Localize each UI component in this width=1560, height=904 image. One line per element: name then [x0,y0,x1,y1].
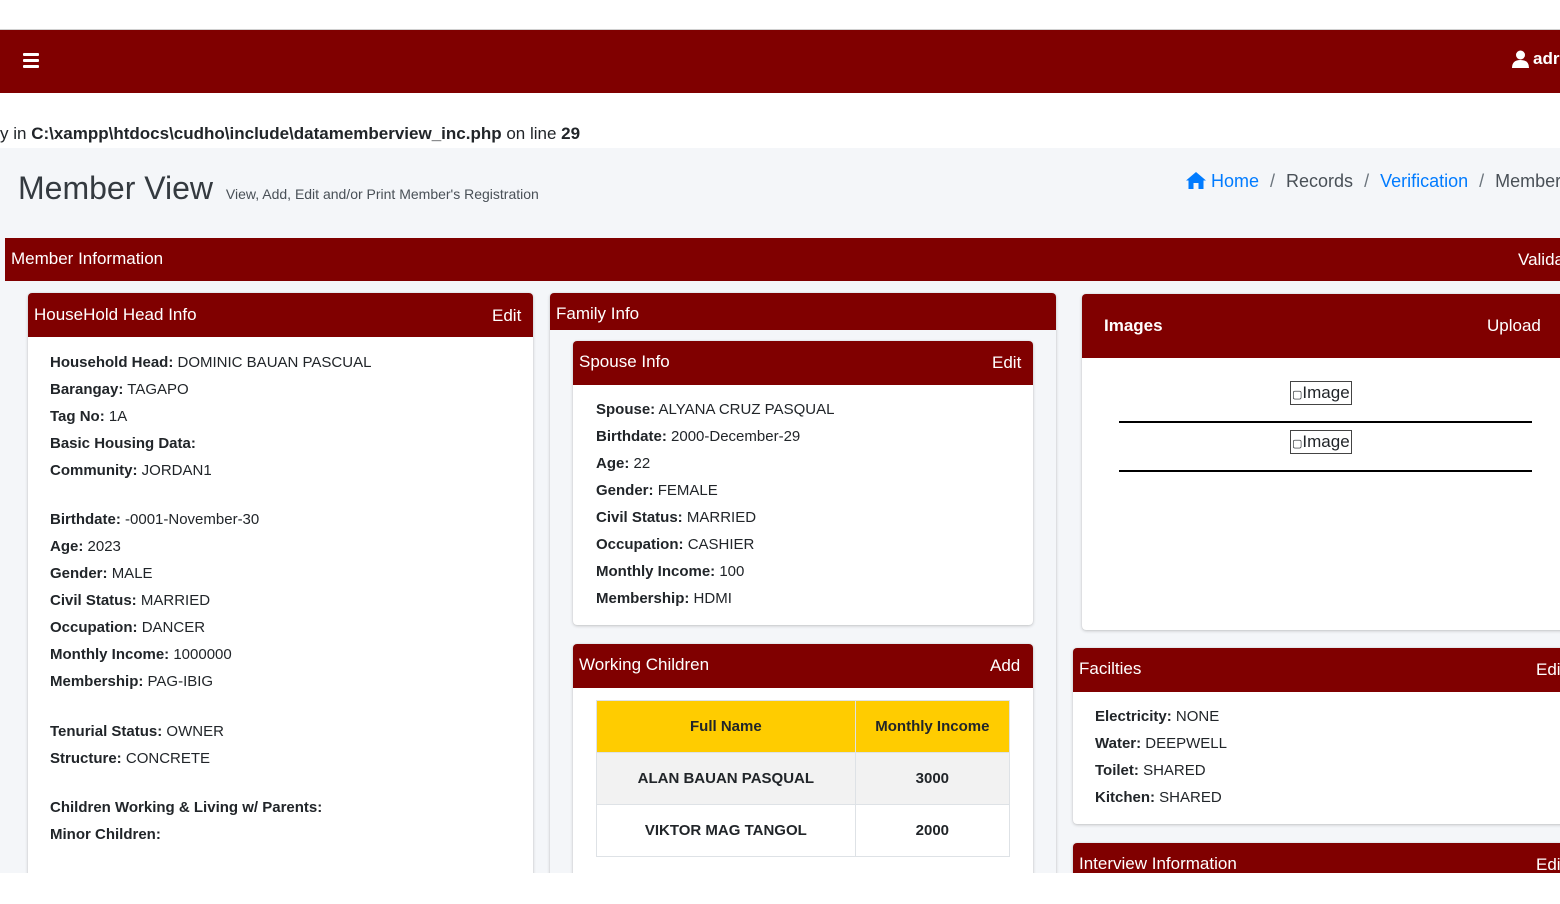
gender-row: Gender: MALE [50,565,153,582]
warning-path: C:\xampp\htdocs\cudho\include\datamember… [31,124,502,143]
family-info-card: Family Info Spouse Info Edit Spouse: ALY… [550,293,1056,873]
water-row: Water: DEEPWELL [1095,735,1227,752]
community-row: Community: JORDAN1 [50,462,212,479]
spouse-info-title: Spouse Info [579,352,670,371]
spouse-gender-row: Gender: FEMALE [596,482,718,499]
spouse-edit-button[interactable]: Edit [992,353,1021,373]
user-icon [1512,50,1529,68]
facilities-card: Facilties Edi Electricity: NONE Water: D… [1073,648,1560,824]
interview-information-title: Interview Information [1079,854,1237,873]
content-wrapper: Member View View, Add, Edit and/or Print… [0,148,1560,873]
membership-row: Membership: PAG-IBIG [50,673,214,690]
interview-information-card: Interview Information Edi [1073,843,1560,873]
facilities-edit-button[interactable]: Edi [1536,660,1560,680]
spouse-birthdate-row: Birthdate: 2000-December-29 [596,428,801,445]
upload-button[interactable]: Upload [1487,316,1541,336]
working-children-header: Working Children Add [573,644,1033,688]
spouse-info-header: Spouse Info Edit [573,341,1033,385]
breadcrumb-separator: / [1479,171,1485,191]
household-head-card: HouseHold Head Info Edit Household Head:… [28,293,533,873]
household-head-row: Household Head: DOMINIC BAUAN PASCUAL [50,354,372,371]
browser-top-strip [0,0,1560,30]
user-menu[interactable]: adr [1512,49,1559,69]
images-header: Images Upload [1082,294,1560,358]
electricity-row: Electricity: NONE [1095,708,1220,725]
facilities-header: Facilties Edi [1073,648,1560,692]
image-divider [1119,470,1532,472]
monthly-income-row: Monthly Income: 1000000 [50,646,232,663]
birthdate-row: Birthdate: -0001-November-30 [50,511,260,528]
structure-row: Structure: CONCRETE [50,750,211,767]
occupation-row: Occupation: DANCER [50,619,206,636]
age-row: Age: 2023 [50,538,121,555]
cell-monthly-income: 3000 [854,752,1011,805]
page-subtitle: View, Add, Edit and/or Print Member's Re… [225,186,539,202]
basic-housing-row: Basic Housing Data: [50,435,196,452]
household-head-title: HouseHold Head Info [34,305,197,324]
spouse-occupation-row: Occupation: CASHIER [596,536,755,553]
php-warning-text: y in C:\xampp\htdocs\cudho\include\datam… [0,124,580,144]
add-working-child-button[interactable]: Add [990,656,1020,676]
working-children-table: Full Name Monthly Income ALAN BAUAN PASQ… [596,700,1011,857]
page-title: Member View View, Add, Edit and/or Print… [18,170,539,207]
image-divider [1119,421,1532,423]
breadcrumb-home-label: Home [1211,171,1260,191]
household-head-header: HouseHold Head Info Edit [28,293,533,337]
table-row: VIKTOR MAG TANGOL 2000 [596,804,1011,857]
breadcrumb-current: Member V [1495,171,1560,191]
warning-middle: on line [501,124,562,143]
kitchen-row: Kitchen: SHARED [1095,789,1222,806]
interview-edit-button[interactable]: Edi [1536,855,1560,873]
spouse-civil-status-row: Civil Status: MARRIED [596,509,757,526]
civil-status-row: Civil Status: MARRIED [50,592,211,609]
validate-button[interactable]: Valida [1518,250,1560,270]
household-edit-button[interactable]: Edit [492,306,521,326]
column-header-monthly-income: Monthly Income [854,700,1011,753]
breadcrumb-records: Records [1286,171,1354,191]
warning-line: 29 [561,124,581,143]
spouse-membership-row: Membership: HDMI [596,590,732,607]
column-header-full-name: Full Name [596,700,856,753]
cell-full-name: VIKTOR MAG TANGOL [596,804,856,857]
working-children-title: Working Children [579,655,710,674]
warning-prefix: y in [0,124,32,143]
page-title-text: Member View [18,170,214,206]
tag-no-row: Tag No: 1A [50,408,128,425]
spouse-name-row: Spouse: ALYANA CRUZ PASQUAL [596,401,835,418]
facilities-title: Facilties [1079,659,1142,678]
tenurial-status-row: Tenurial Status: OWNER [50,723,224,740]
minor-children-row: Minor Children: [50,826,161,843]
member-information-card: Member Information Valida HouseHold Head… [5,238,1560,873]
family-info-title: Family Info [556,304,640,323]
breadcrumb-separator: / [1364,171,1370,191]
images-card: Images Upload ▢Image ▢Image [1082,294,1560,630]
breadcrumb-verification[interactable]: Verification [1380,171,1468,192]
member-information-header: Member Information Valida [5,238,1560,281]
interview-information-header: Interview Information Edi [1073,843,1560,873]
menu-toggle-icon[interactable] [23,53,39,69]
top-navbar: adr [0,30,1560,93]
breadcrumb: Home / Records / Verification / Member V [1186,171,1560,192]
image-placeholder-1: ▢Image [1290,381,1352,405]
breadcrumb-home[interactable]: Home [1186,171,1259,192]
spouse-age-row: Age: 22 [596,455,651,472]
barangay-row: Barangay: TAGAPO [50,381,189,398]
spouse-info-card: Spouse Info Edit Spouse: ALYANA CRUZ PAS… [573,341,1033,625]
spouse-monthly-income-row: Monthly Income: 100 [596,563,745,580]
table-row: ALAN BAUAN PASQUAL 3000 [596,752,1011,805]
toilet-row: Toilet: SHARED [1095,762,1206,779]
table-header-row: Full Name Monthly Income [596,700,1011,753]
image-placeholder-2: ▢Image [1290,430,1352,454]
breadcrumb-separator: / [1270,171,1276,191]
cell-full-name: ALAN BAUAN PASQUAL [596,752,856,805]
cell-monthly-income: 2000 [854,804,1011,857]
member-information-title: Member Information [11,249,164,268]
user-name: adr [1533,49,1560,68]
children-working-row: Children Working & Living w/ Parents: [50,799,323,816]
working-children-card: Working Children Add Full Name Monthly I… [573,644,1033,873]
images-title: Images [1104,316,1163,335]
family-info-header: Family Info [550,293,1056,330]
home-icon [1186,172,1206,189]
